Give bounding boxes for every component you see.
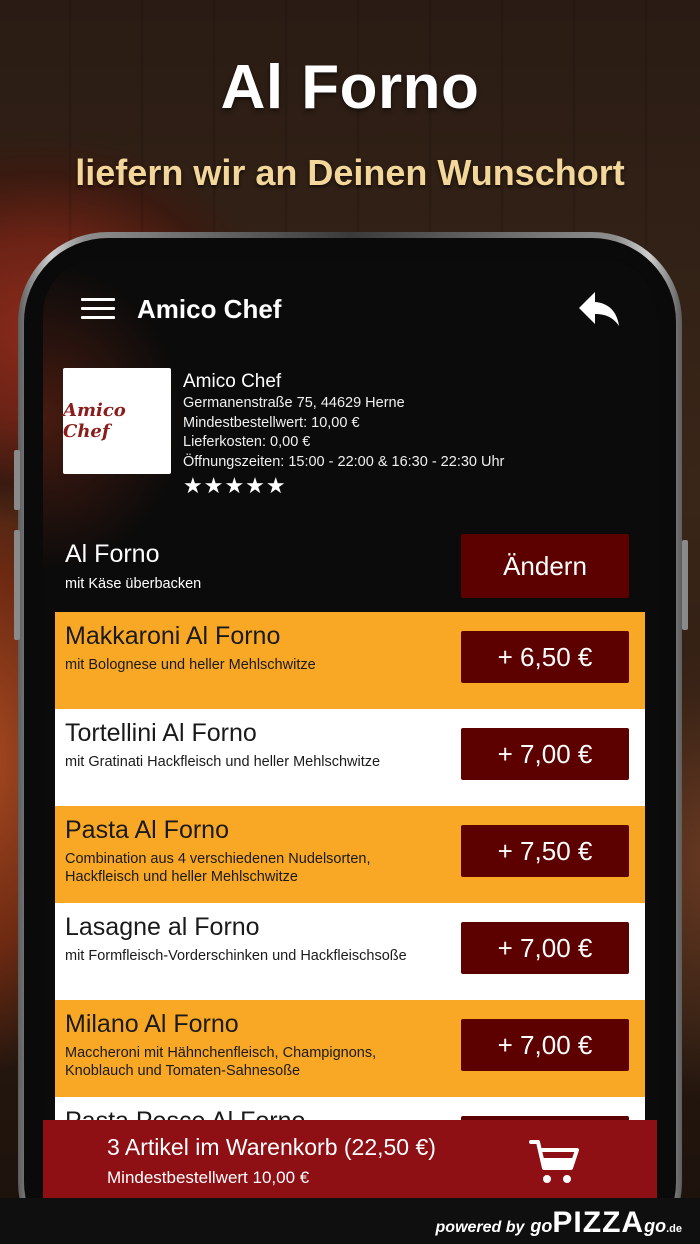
category-title: Al Forno xyxy=(65,540,160,568)
menu-item-description: mit Bolognese und heller Mehlschwitze xyxy=(65,657,316,673)
menu-item[interactable]: Makkaroni Al Forno mit Bolognese und hel… xyxy=(55,612,645,709)
reply-arrow-icon[interactable] xyxy=(577,290,621,328)
add-price-button[interactable]: + 6,50 € xyxy=(461,631,629,683)
menu-item-name: Lasagne al Forno xyxy=(65,913,260,941)
menu-item-description: mit Gratinati Hackfleisch und heller Meh… xyxy=(65,754,381,770)
add-price-button[interactable]: + 7,50 € xyxy=(461,825,629,877)
category-header: Al Forno mit Käse überbacken Ändern xyxy=(55,530,645,610)
cart-bar[interactable]: 3 Artikel im Warenkorb (22,50 €) Mindest… xyxy=(43,1120,657,1198)
add-price-button[interactable]: + 7,00 € xyxy=(461,1019,629,1071)
hero-title: Al Forno xyxy=(220,53,480,122)
restaurant-name: Amico Chef xyxy=(183,371,282,392)
rating-stars: ★★★★★ xyxy=(183,473,287,498)
menu-item-name: Pasta Al Forno xyxy=(65,816,229,844)
category-subtitle: mit Käse überbacken xyxy=(65,576,202,592)
menu-item-name: Milano Al Forno xyxy=(65,1010,239,1038)
restaurant-delivery-cost: Lieferkosten: 0,00 € xyxy=(183,434,311,450)
phone-side-button xyxy=(14,530,20,640)
menu-item-description: Maccheroni mit Hähnchenfleisch, Champign… xyxy=(65,1045,377,1079)
phone-side-button xyxy=(14,450,20,510)
hero-subtitle: liefern wir an Deinen Wunschort xyxy=(75,152,625,193)
menu-item[interactable]: Pasta Al Forno Combination aus 4 verschi… xyxy=(55,806,645,903)
menu-item[interactable]: Tortellini Al Forno mit Gratinati Hackfl… xyxy=(55,709,645,806)
add-price-button[interactable]: + 7,00 € xyxy=(461,922,629,974)
cart-min-order: Mindestbestellwert 10,00 € xyxy=(107,1168,310,1187)
restaurant-info: Amico Chef Amico Chef Germanenstraße 75,… xyxy=(63,368,643,498)
restaurant-min-order: Mindestbestellwert: 10,00 € xyxy=(183,414,360,431)
menu-item-list: Makkaroni Al Forno mit Bolognese und hel… xyxy=(55,612,645,1194)
menu-item[interactable]: Milano Al Forno Maccheroni mit Hähnchenf… xyxy=(55,1000,645,1097)
menu-item[interactable]: Lasagne al Forno mit Formfleisch-Vorders… xyxy=(55,903,645,1000)
menu-item-name: Makkaroni Al Forno xyxy=(65,622,281,650)
menu-item-name: Tortellini Al Forno xyxy=(65,719,257,747)
footer-bar: powered by go PIZZA go .de xyxy=(0,1198,700,1244)
cart-summary: 3 Artikel im Warenkorb (22,50 €) xyxy=(107,1134,436,1160)
restaurant-opening-hours: Öffnungszeiten: 15:00 - 22:00 & 16:30 - … xyxy=(183,453,505,470)
add-price-button[interactable]: + 7,00 € xyxy=(461,728,629,780)
restaurant-address: Germanenstraße 75, 44629 Herne xyxy=(183,395,405,411)
menu-item-description: mit Formfleisch-Vorderschinken und Hackf… xyxy=(65,948,407,964)
app-screen: Amico Chef Amico Chef Amico Chef Germane… xyxy=(43,258,657,1198)
logo-text: Amico Chef xyxy=(63,400,126,442)
phone-side-button xyxy=(682,540,688,630)
app-title: Amico Chef xyxy=(137,294,282,324)
shopping-cart-icon xyxy=(529,1140,579,1183)
change-button[interactable]: Ändern xyxy=(461,534,629,598)
powered-by-logo: powered by go PIZZA go .de xyxy=(435,1206,682,1239)
restaurant-logo: Amico Chef xyxy=(63,368,171,474)
hamburger-menu-icon[interactable] xyxy=(81,298,115,320)
menu-item-description: Combination aus 4 verschiedenen Nudelsor… xyxy=(65,851,371,885)
app-bar: Amico Chef xyxy=(43,258,657,358)
